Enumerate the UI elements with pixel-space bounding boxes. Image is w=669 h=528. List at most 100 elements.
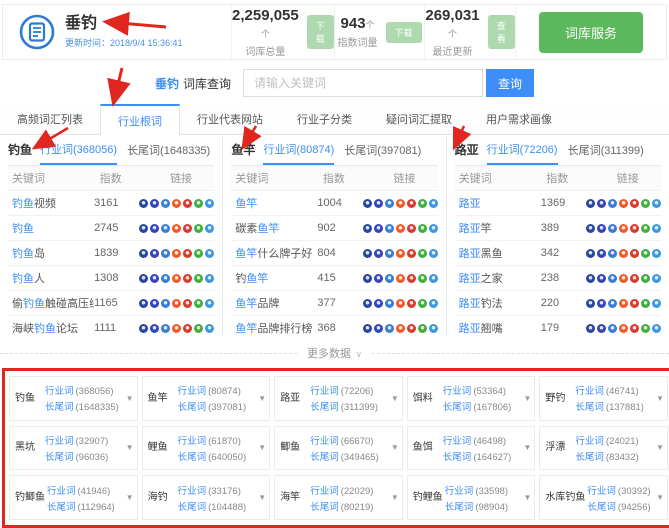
keyword-link[interactable]: 路亚竿 — [455, 220, 541, 236]
root-word-card-鱼竿[interactable]: 鱼竿行业词(80874)长尾词(397081)▼ — [142, 376, 271, 421]
root-word-card-浮漂[interactable]: 浮漂行业词(24021)长尾词(83432)▼ — [539, 426, 668, 471]
link-platform-icon-5[interactable] — [630, 274, 639, 283]
root-word-card-鲫鱼[interactable]: 鲫鱼行业词(66670)长尾词(349465)▼ — [274, 426, 403, 471]
link-platform-icon-2[interactable] — [597, 249, 606, 258]
card-longtail-link[interactable]: 长尾词(96036) — [45, 449, 125, 463]
link-platform-icon-1[interactable] — [586, 199, 595, 208]
card-industry-link[interactable]: 行业词(46741) — [575, 383, 655, 397]
link-platform-icon-5[interactable] — [630, 249, 639, 258]
link-platform-icon-1[interactable] — [139, 324, 148, 333]
dropdown-caret-icon[interactable]: ▼ — [126, 443, 134, 452]
link-platform-icon-7[interactable] — [205, 249, 214, 258]
link-platform-icon-1[interactable] — [586, 299, 595, 308]
keyword-link[interactable]: 钓鱼 — [8, 220, 94, 236]
dropdown-caret-icon[interactable]: ▼ — [523, 394, 531, 403]
nav-tab-用户需求画像[interactable]: 用户需求画像 — [469, 104, 569, 134]
root-word-card-路亚[interactable]: 路亚行业词(72206)长尾词(311399)▼ — [274, 376, 403, 421]
link-platform-icon-1[interactable] — [363, 249, 372, 258]
search-input[interactable] — [243, 69, 483, 97]
link-platform-icon-7[interactable] — [652, 199, 661, 208]
card-industry-link[interactable]: 行业词(53364) — [443, 383, 523, 397]
link-platform-icon-6[interactable] — [641, 249, 650, 258]
card-longtail-link[interactable]: 长尾词(98904) — [445, 499, 523, 513]
link-platform-icon-1[interactable] — [363, 199, 372, 208]
link-platform-icon-4[interactable] — [396, 249, 405, 258]
dropdown-caret-icon[interactable]: ▼ — [656, 443, 664, 452]
card-industry-link[interactable]: 行业词(41946) — [47, 483, 125, 497]
card-industry-link[interactable]: 行业词(22029) — [310, 483, 390, 497]
link-platform-icon-1[interactable] — [363, 224, 372, 233]
link-platform-icon-6[interactable] — [418, 324, 427, 333]
link-platform-icon-7[interactable] — [429, 199, 438, 208]
link-platform-icon-6[interactable] — [418, 274, 427, 283]
link-platform-icon-3[interactable] — [385, 299, 394, 308]
dropdown-caret-icon[interactable]: ▼ — [126, 394, 134, 403]
link-platform-icon-5[interactable] — [407, 224, 416, 233]
wordlib-service-button[interactable]: 词库服务 — [539, 12, 643, 53]
card-industry-link[interactable]: 行业词(61870) — [178, 433, 258, 447]
link-platform-icon-3[interactable] — [385, 224, 394, 233]
link-platform-icon-3[interactable] — [608, 199, 617, 208]
card-industry-link[interactable]: 行业词(24021) — [575, 433, 655, 447]
keyword-link[interactable]: 钓鱼人 — [8, 270, 94, 286]
card-longtail-link[interactable]: 长尾词(164627) — [443, 449, 523, 463]
link-platform-icon-3[interactable] — [608, 224, 617, 233]
link-platform-icon-3[interactable] — [608, 324, 617, 333]
link-platform-icon-3[interactable] — [161, 224, 170, 233]
card-longtail-link[interactable]: 长尾词(94256) — [587, 499, 655, 513]
link-platform-icon-5[interactable] — [183, 224, 192, 233]
link-platform-icon-5[interactable] — [407, 324, 416, 333]
link-platform-icon-1[interactable] — [139, 199, 148, 208]
root-word-card-水库钓鱼[interactable]: 水库钓鱼行业词(30392)长尾词(94256)▼ — [539, 475, 668, 520]
card-industry-link[interactable]: 行业词(66670) — [310, 433, 390, 447]
dropdown-caret-icon[interactable]: ▼ — [391, 394, 399, 403]
root-word-card-野钓[interactable]: 野钓行业词(46741)长尾词(137881)▼ — [539, 376, 668, 421]
link-platform-icon-4[interactable] — [172, 274, 181, 283]
link-platform-icon-2[interactable] — [374, 324, 383, 333]
industry-words-tab[interactable]: 行业词(80874) — [263, 141, 334, 165]
link-platform-icon-6[interactable] — [194, 199, 203, 208]
keyword-link[interactable]: 鱼竿什么牌子好 — [231, 245, 317, 261]
link-platform-icon-6[interactable] — [641, 199, 650, 208]
link-platform-icon-1[interactable] — [586, 224, 595, 233]
link-platform-icon-3[interactable] — [385, 274, 394, 283]
link-platform-icon-2[interactable] — [597, 299, 606, 308]
link-platform-icon-1[interactable] — [139, 224, 148, 233]
link-platform-icon-4[interactable] — [619, 324, 628, 333]
link-platform-icon-3[interactable] — [608, 274, 617, 283]
link-platform-icon-4[interactable] — [172, 299, 181, 308]
link-platform-icon-6[interactable] — [641, 224, 650, 233]
root-word-card-鲤鱼[interactable]: 鲤鱼行业词(61870)长尾词(640050)▼ — [142, 426, 271, 471]
link-platform-icon-7[interactable] — [429, 324, 438, 333]
dropdown-caret-icon[interactable]: ▼ — [391, 443, 399, 452]
link-platform-icon-3[interactable] — [385, 324, 394, 333]
dropdown-caret-icon[interactable]: ▼ — [523, 493, 531, 502]
link-platform-icon-6[interactable] — [641, 274, 650, 283]
card-longtail-link[interactable]: 长尾词(349465) — [310, 449, 390, 463]
root-word-card-钓鲤鱼[interactable]: 钓鲤鱼行业词(33598)长尾词(98904)▼ — [407, 475, 536, 520]
link-platform-icon-6[interactable] — [418, 299, 427, 308]
link-platform-icon-4[interactable] — [396, 199, 405, 208]
keyword-link[interactable]: 海峡钓鱼论坛 — [8, 320, 94, 336]
dropdown-caret-icon[interactable]: ▼ — [258, 394, 266, 403]
link-platform-icon-6[interactable] — [194, 274, 203, 283]
link-platform-icon-4[interactable] — [396, 274, 405, 283]
dropdown-caret-icon[interactable]: ▼ — [656, 493, 664, 502]
link-platform-icon-2[interactable] — [150, 199, 159, 208]
link-platform-icon-1[interactable] — [586, 324, 595, 333]
industry-words-tab[interactable]: 行业词(72206) — [487, 141, 558, 165]
keyword-link[interactable]: 路亚 — [455, 195, 541, 211]
card-industry-link[interactable]: 行业词(72206) — [310, 383, 390, 397]
link-platform-icon-4[interactable] — [396, 299, 405, 308]
link-platform-icon-1[interactable] — [139, 299, 148, 308]
link-platform-icon-7[interactable] — [429, 224, 438, 233]
card-longtail-link[interactable]: 长尾词(311399) — [310, 399, 390, 413]
link-platform-icon-5[interactable] — [183, 249, 192, 258]
keyword-link[interactable]: 鱼竿品牌 — [231, 295, 317, 311]
link-platform-icon-4[interactable] — [172, 224, 181, 233]
link-platform-icon-3[interactable] — [161, 199, 170, 208]
keyword-link[interactable]: 路亚钓法 — [455, 295, 541, 311]
link-platform-icon-3[interactable] — [385, 249, 394, 258]
link-platform-icon-5[interactable] — [407, 199, 416, 208]
link-platform-icon-4[interactable] — [172, 324, 181, 333]
